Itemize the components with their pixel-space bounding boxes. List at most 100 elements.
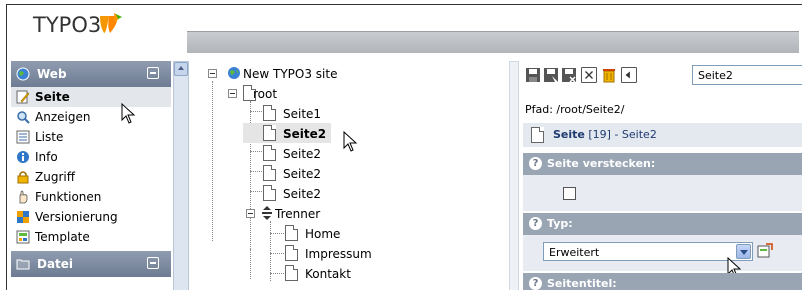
module-item-anzeigen[interactable]: Anzeigen bbox=[11, 107, 171, 127]
help-icon[interactable]: ? bbox=[529, 217, 542, 230]
tree-node-label: root bbox=[253, 87, 278, 101]
hide-page-field bbox=[523, 175, 802, 211]
module-group-web[interactable]: Web bbox=[11, 61, 171, 87]
module-menu-scrollbar[interactable] bbox=[173, 61, 189, 290]
save-close-icon[interactable] bbox=[561, 67, 577, 83]
edit-panel: Seite2 Pfad: /root/Seite2/ Seite [19] - … bbox=[519, 61, 802, 290]
module-item-template[interactable]: Template bbox=[11, 227, 171, 247]
hand-icon bbox=[19, 190, 28, 204]
module-group-label: Datei bbox=[37, 257, 74, 271]
tree-node-separator[interactable]: Trenner bbox=[195, 203, 495, 223]
separator-icon bbox=[262, 206, 272, 220]
tree-node[interactable]: Seite2 bbox=[195, 183, 495, 203]
module-item-label: Zugriff bbox=[35, 170, 75, 184]
page-icon bbox=[263, 105, 276, 121]
pencil-page-icon bbox=[16, 90, 30, 104]
tree-node-label: Seite1 bbox=[283, 107, 322, 121]
help-icon[interactable]: ? bbox=[529, 157, 542, 170]
collapse-node-icon[interactable] bbox=[228, 89, 237, 98]
module-item-liste[interactable]: Liste bbox=[11, 127, 171, 147]
section-page-title: ? Seitentitel: bbox=[523, 273, 802, 290]
tree-node[interactable]: Seite2 bbox=[195, 163, 495, 183]
tree-site-label: New TYPO3 site bbox=[243, 67, 338, 81]
page-record-header: Seite [19] - Seite2 bbox=[523, 123, 802, 147]
module-item-versionierung[interactable]: Versionierung bbox=[11, 207, 171, 227]
globe-icon bbox=[16, 67, 30, 81]
tree-node-label: Trenner bbox=[275, 207, 321, 221]
module-item-info[interactable]: Info bbox=[11, 147, 171, 167]
scroll-up-icon[interactable] bbox=[174, 62, 188, 76]
page-icon bbox=[263, 125, 276, 141]
close-icon[interactable] bbox=[581, 67, 597, 83]
page-selector[interactable]: Seite2 bbox=[692, 65, 802, 85]
tree-node[interactable]: Kontakt bbox=[195, 263, 495, 283]
page-icon bbox=[285, 265, 298, 281]
module-item-label: Template bbox=[35, 230, 90, 244]
page-icon bbox=[263, 165, 276, 181]
versioning-icon bbox=[17, 211, 29, 223]
tree-site-row[interactable]: New TYPO3 site bbox=[195, 63, 495, 83]
info-icon bbox=[17, 151, 29, 163]
hide-page-checkbox[interactable] bbox=[563, 187, 576, 200]
edit-wizard-icon[interactable] bbox=[757, 242, 773, 258]
page-icon bbox=[285, 225, 298, 241]
tree-scrollbar[interactable] bbox=[509, 61, 519, 290]
delete-icon[interactable] bbox=[601, 67, 617, 83]
undo-icon[interactable] bbox=[621, 67, 637, 83]
page-path: Pfad: /root/Seite2/ bbox=[525, 103, 625, 116]
section-type: ? Typ: bbox=[523, 213, 802, 235]
record-type: Seite bbox=[553, 128, 585, 141]
typo3-backend-window: TYPO3 Web Seite Anzeigen Liste Info Zugr… bbox=[6, 4, 802, 290]
module-item-label: Seite bbox=[35, 90, 70, 104]
tree-node[interactable]: Impressum bbox=[195, 243, 495, 263]
module-menu: Web Seite Anzeigen Liste Info Zugriff Fu… bbox=[11, 61, 171, 290]
page-tree: New TYPO3 site root Seite1 Seite2 Seite2… bbox=[195, 61, 513, 290]
type-select-value: Erweitert bbox=[549, 246, 600, 259]
tree-node-label: Seite2 bbox=[283, 167, 322, 181]
record-id: [19] bbox=[588, 128, 611, 141]
collapse-icon[interactable] bbox=[147, 67, 159, 79]
help-icon[interactable]: ? bbox=[529, 277, 542, 290]
top-toolbar bbox=[187, 31, 799, 53]
page-icon bbox=[531, 127, 544, 143]
section-label: Seitentitel: bbox=[547, 277, 617, 290]
page-icon bbox=[285, 245, 298, 261]
module-item-seite[interactable]: Seite bbox=[11, 87, 171, 107]
module-group-datei[interactable]: Datei bbox=[11, 251, 171, 277]
section-label: Seite verstecken: bbox=[547, 157, 656, 170]
page-icon bbox=[263, 145, 276, 161]
module-item-label: Anzeigen bbox=[35, 110, 91, 124]
typo3-logo-icon bbox=[100, 13, 122, 33]
tree-node-root[interactable]: root bbox=[195, 83, 495, 103]
type-select[interactable]: Erweitert bbox=[543, 242, 753, 261]
module-group-label: Web bbox=[37, 67, 67, 81]
globe-icon bbox=[228, 67, 240, 79]
collapse-node-icon[interactable] bbox=[208, 69, 217, 78]
mouse-pointer-icon bbox=[121, 103, 136, 124]
save-icon[interactable] bbox=[525, 67, 541, 83]
collapse-node-icon[interactable] bbox=[246, 209, 255, 218]
section-label: Typ: bbox=[547, 217, 573, 230]
tree-node-label: Kontakt bbox=[305, 267, 351, 281]
module-item-funktionen[interactable]: Funktionen bbox=[11, 187, 171, 207]
collapse-icon[interactable] bbox=[147, 257, 159, 269]
module-item-label: Info bbox=[35, 150, 58, 164]
typo3-logo-text: TYPO3 bbox=[33, 13, 102, 37]
template-icon bbox=[16, 230, 30, 244]
tree-node[interactable]: Seite1 bbox=[195, 103, 495, 123]
tree-node-label: Home bbox=[305, 227, 341, 241]
record-title: - Seite2 bbox=[614, 128, 657, 141]
save-view-icon[interactable] bbox=[543, 67, 559, 83]
type-field: Erweitert bbox=[523, 235, 802, 271]
module-item-zugriff[interactable]: Zugriff bbox=[11, 167, 171, 187]
page-selector-value: Seite2 bbox=[698, 69, 733, 82]
module-item-label: Versionierung bbox=[35, 210, 118, 224]
tree-node[interactable]: Home bbox=[195, 223, 495, 243]
page-record-title: Seite [19] - Seite2 bbox=[553, 128, 657, 141]
page-icon bbox=[263, 185, 276, 201]
list-icon bbox=[16, 130, 30, 144]
section-hide-page: ? Seite verstecken: bbox=[523, 153, 802, 175]
folder-icon bbox=[16, 259, 30, 270]
magnifier-icon bbox=[17, 111, 30, 124]
tree-node-label: Seite2 bbox=[283, 127, 327, 141]
